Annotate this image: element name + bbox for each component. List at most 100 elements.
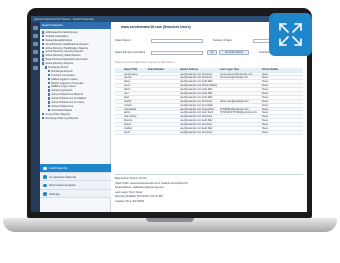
table-cell: user@example.com Check Mailing (180, 84, 217, 88)
table-cell: mail.testing (124, 107, 137, 111)
tree-item-label: Inbox/Directory Modifications Reports (45, 42, 89, 46)
report-table: Report Title Event Number Sender Address… (115, 68, 303, 135)
table-cell: admin (124, 111, 131, 115)
table-cell: admin (124, 88, 131, 91)
user-icon[interactable] (33, 50, 38, 54)
column-header[interactable]: Sender Address (179, 68, 219, 72)
tree-item-label: Function Computers (51, 73, 75, 77)
table-cell: user12 (124, 76, 132, 80)
table-cell: user1 (124, 84, 130, 88)
details-panel: Mail Account Name: Prof M Object Path: w… (115, 174, 303, 205)
table-cell: user@example.com Summary (180, 99, 213, 103)
tree-item-label: Deleted Emails/Folders (45, 38, 73, 42)
table-cell: SYSTEM SYSTEM@example.com (220, 111, 257, 115)
help-icon[interactable] (33, 66, 38, 70)
table-cell: user@example.com Audit Mail (180, 80, 213, 84)
tree-item-label: Active Directory Reports (45, 62, 74, 66)
table-cell: Never (262, 80, 269, 84)
row-checkbox[interactable] (115, 96, 123, 99)
nav-item-permission-analysis[interactable]: Permission Analysis (40, 181, 111, 190)
permission-icon (43, 183, 47, 187)
tree-item-label: Active Preferences Reports (51, 93, 83, 97)
nav-item-compliance-reports[interactable]: Compliance Reports (40, 172, 111, 181)
table-cell: Name (124, 80, 131, 84)
tree-item-label: Active Preferences on Users (51, 101, 85, 105)
tree-item[interactable]: Exchange Audit Log Reports (42, 117, 110, 121)
sidebar-header: Search Reports (40, 22, 111, 29)
table-row[interactable]: user1 user@example.com Summary Never (115, 130, 303, 135)
tree-item-label: Active Directory Security Reports (45, 50, 84, 54)
table-cell: TOSHIBA1@example.com (220, 107, 249, 111)
settings-icon[interactable] (33, 58, 38, 62)
table-cell: reports (124, 99, 132, 103)
row-checkbox[interactable] (115, 115, 123, 118)
row-checkbox[interactable] (115, 108, 123, 111)
select-server-label: Select Server : (115, 39, 133, 42)
column-header[interactable] (115, 68, 123, 72)
tree-item-label: Exchange Reports (51, 69, 73, 73)
tree-item-label: Mailed logged in Users (51, 77, 78, 81)
domain-select[interactable] (151, 50, 203, 55)
table-cell: Never (262, 99, 269, 103)
generate-report-button[interactable]: Generate Report (219, 50, 249, 55)
tree-item-label: Addresses/Contacts/Groups (45, 31, 78, 34)
laptop-screen: Kernel Outlook PST Viewer - Search Repor… (31, 16, 307, 212)
tree-item-label: Base Password Expiration Reminder (45, 58, 88, 62)
row-checkbox[interactable] (115, 100, 123, 103)
table-cell: user@example.com Send Mail (180, 103, 213, 107)
table-cell (219, 84, 261, 87)
row-checkbox[interactable] (115, 92, 123, 95)
nav-item-label: Permission Analysis (49, 183, 76, 187)
table-cell (147, 123, 179, 126)
table-cell: Never (262, 123, 269, 126)
row-checkbox[interactable] (115, 123, 123, 126)
row-checkbox[interactable] (115, 73, 123, 76)
expand-button[interactable] (269, 13, 312, 56)
server-select[interactable] (151, 38, 203, 43)
column-header[interactable]: Last Logon Time (219, 68, 261, 72)
table-cell: Never (262, 115, 269, 119)
table-cell (219, 119, 261, 122)
row-checkbox[interactable] (115, 119, 123, 122)
nav-item-settings[interactable]: Settings (40, 189, 111, 198)
tree-item-label: Activity log Report (51, 89, 73, 93)
table-cell: Never (262, 76, 269, 80)
folder-icon[interactable] (33, 42, 38, 46)
row-checkbox[interactable] (115, 84, 123, 87)
tree-item-label: Mailbox Logon Users (51, 85, 76, 89)
row-checkbox[interactable] (115, 80, 123, 83)
tree-item-label: Outlook Outlookbox (45, 34, 69, 38)
column-header[interactable]: Event Number (147, 68, 179, 72)
table-cell (147, 108, 179, 111)
row-checkbox[interactable] (115, 104, 123, 107)
table-cell: mailbox (124, 126, 133, 130)
home-icon[interactable] (33, 26, 38, 30)
row-checkbox[interactable] (115, 88, 123, 91)
tree-item-label: Report Logged In Computer (51, 81, 84, 85)
table-cell: Dept (124, 95, 130, 99)
tree-item-label: Active Directory Modification Reports (45, 46, 88, 50)
tree-item-label: Active Preferences on Mailbox (51, 97, 87, 101)
go-button[interactable]: Go (207, 50, 217, 55)
row-checkbox[interactable] (115, 131, 123, 134)
nav-item-audit-reports[interactable]: Audit Reports (40, 164, 111, 173)
report-icon[interactable] (33, 34, 38, 38)
row-checkbox[interactable] (115, 111, 123, 114)
table-cell: Never (262, 91, 269, 95)
table-cell: user@example.com Audit Mail (180, 119, 213, 123)
table-cell (147, 115, 179, 118)
row-checkbox[interactable] (115, 127, 123, 130)
table-cell: user@example.com Cam Send (180, 111, 214, 115)
icon-rail (31, 22, 40, 212)
column-header[interactable]: Printer Details (261, 68, 281, 72)
nav-item-label: Compliance Reports (49, 174, 77, 179)
table-cell: user1 (124, 130, 130, 134)
table-cell: rgroup (124, 123, 131, 126)
row-checkbox[interactable] (115, 76, 123, 79)
table-cell (219, 127, 261, 130)
table-cell: Never (262, 126, 269, 130)
table-cell (147, 92, 179, 95)
table-body: servicename user@example.com Summary servi… (115, 73, 303, 135)
column-header[interactable]: Report Title (123, 68, 147, 72)
table-cell: user@example.com Summary (180, 72, 213, 76)
